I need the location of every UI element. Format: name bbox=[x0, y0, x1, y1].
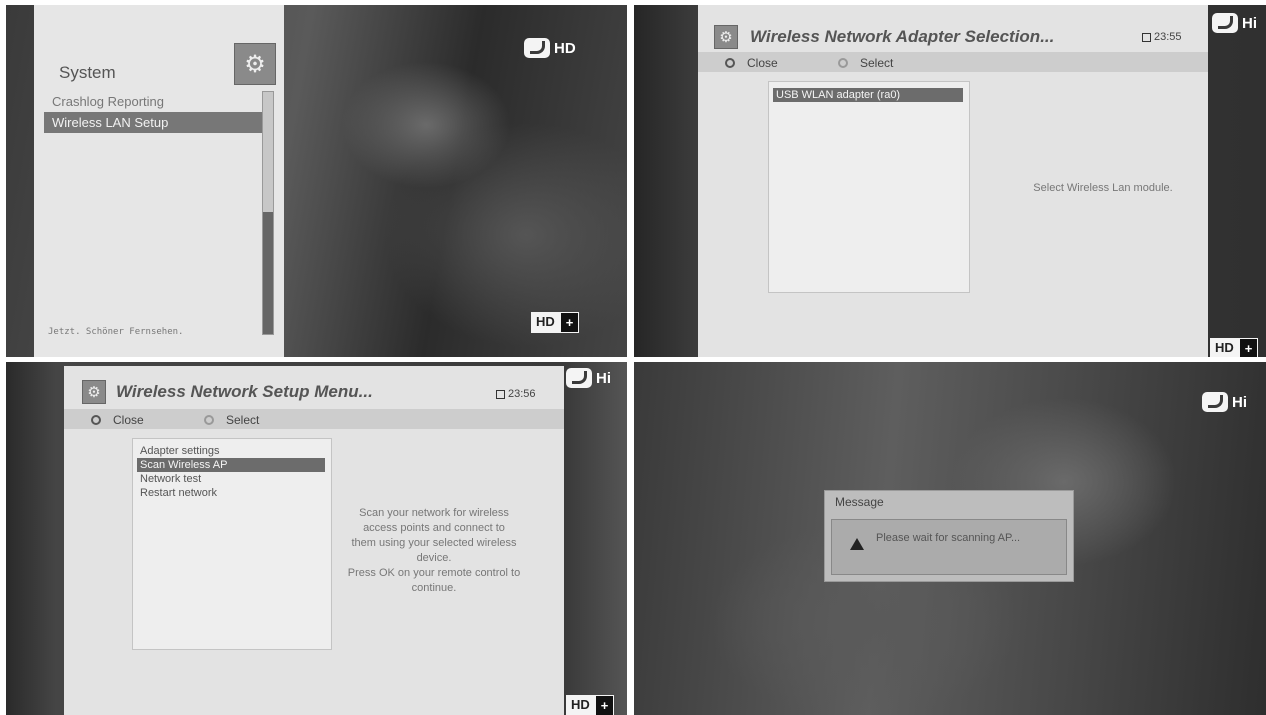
settings-gears-icon: ⚙ bbox=[234, 43, 276, 85]
settings-icon: ⚙ bbox=[82, 380, 106, 404]
clock: 23:56 bbox=[496, 388, 536, 400]
clock-time: 23:55 bbox=[1154, 31, 1182, 43]
close-label: Close bbox=[113, 413, 144, 427]
select-button[interactable]: Select bbox=[204, 413, 259, 427]
list-item-adapter-settings[interactable]: Adapter settings bbox=[137, 444, 325, 458]
scrollbar-thumb[interactable] bbox=[263, 212, 273, 334]
green-key-icon bbox=[204, 415, 214, 425]
description-line: continue. bbox=[411, 582, 457, 594]
message-text: Please wait for scanning AP... bbox=[876, 532, 1021, 544]
setup-dialog: ⚙ Wireless Network Setup Menu... 23:56 C… bbox=[64, 366, 564, 715]
dialog-title: Wireless Network Setup Menu... bbox=[116, 382, 373, 401]
channel-swoosh-icon bbox=[1212, 13, 1238, 33]
description-line: access points and connect to bbox=[363, 522, 505, 534]
clock-icon bbox=[496, 389, 505, 399]
description-text: Select Wireless Lan module. bbox=[1033, 182, 1173, 194]
hd-label: HD bbox=[531, 312, 560, 333]
description-line: Scan your network for wireless bbox=[359, 507, 509, 519]
list-item-scan-wireless-ap[interactable]: Scan Wireless AP bbox=[137, 458, 325, 472]
channel-logo: Hi bbox=[566, 368, 611, 388]
setup-menu-list: Adapter settings Scan Wireless AP Networ… bbox=[132, 438, 332, 650]
close-label: Close bbox=[747, 56, 778, 70]
button-bar: Close Select bbox=[698, 52, 1208, 72]
message-dialog: Message Please wait for scanning AP... bbox=[824, 490, 1074, 582]
close-button[interactable]: Close bbox=[91, 413, 144, 427]
menu-item-crashlog[interactable]: Crashlog Reporting bbox=[44, 91, 262, 112]
channel-swoosh-icon bbox=[566, 368, 592, 388]
clock-time: 23:56 bbox=[508, 388, 536, 400]
message-body: Please wait for scanning AP... bbox=[831, 519, 1067, 575]
page-title: System bbox=[59, 63, 116, 82]
plus-label: + bbox=[559, 312, 580, 333]
select-label: Select bbox=[860, 56, 894, 70]
dialog-title: Wireless Network Adapter Selection... bbox=[750, 27, 1055, 46]
channel-logo: HD bbox=[524, 38, 576, 58]
settings-icon: ⚙ bbox=[714, 25, 738, 49]
clock-icon bbox=[1142, 32, 1151, 42]
description-text: Scan your network for wireless access po… bbox=[334, 506, 534, 596]
clock: 23:55 bbox=[1142, 31, 1182, 43]
menu-item-wireless-lan-setup[interactable]: Wireless LAN Setup bbox=[44, 112, 262, 133]
list-item-restart-network[interactable]: Restart network bbox=[137, 486, 325, 500]
red-key-icon bbox=[91, 415, 101, 425]
hd-plus-badge: HD + bbox=[566, 695, 615, 715]
plus-label: + bbox=[594, 695, 615, 715]
description-line: them using your selected wireless bbox=[351, 537, 517, 549]
channel-logo-text: Hi bbox=[1242, 14, 1257, 32]
hd-plus-badge: HD + bbox=[531, 312, 580, 333]
hd-label: HD bbox=[1210, 338, 1239, 357]
footer-slogan: Jetzt. Schöner Fernsehen. bbox=[48, 327, 184, 337]
panel-system-menu: HD HD + System ⚙ Crashlog Reporting Wire… bbox=[6, 5, 627, 357]
channel-logo-text: Hi bbox=[596, 369, 611, 387]
warning-icon bbox=[850, 538, 864, 550]
panel-scanning-message: Hi Message Please wait for scanning AP..… bbox=[634, 362, 1266, 715]
panel-setup-menu: Hi ⚙ Wireless Network Setup Menu... 23:5… bbox=[6, 362, 627, 715]
close-button[interactable]: Close bbox=[725, 56, 778, 70]
system-menu: System ⚙ Crashlog Reporting Wireless LAN… bbox=[34, 5, 284, 357]
channel-swoosh-icon bbox=[524, 38, 550, 58]
button-bar: Close Select bbox=[64, 409, 564, 429]
description-line: device. bbox=[416, 552, 452, 564]
channel-logo: Hi bbox=[1212, 13, 1257, 33]
adapter-list: USB WLAN adapter (ra0) bbox=[768, 81, 970, 293]
green-key-icon bbox=[838, 58, 848, 68]
panel-adapter-selection: Hi ⚙ Wireless Network Adapter Selection.… bbox=[634, 5, 1266, 357]
adapter-dialog: ⚙ Wireless Network Adapter Selection... … bbox=[698, 5, 1208, 357]
hd-plus-badge: HD + bbox=[1210, 338, 1259, 357]
select-label: Select bbox=[226, 413, 260, 427]
scrollbar[interactable] bbox=[262, 91, 274, 335]
list-item-network-test[interactable]: Network test bbox=[137, 472, 325, 486]
message-title: Message bbox=[835, 495, 884, 509]
channel-logo-text: HD bbox=[554, 39, 576, 57]
description-line: Press OK on your remote control to bbox=[347, 567, 521, 579]
channel-logo-text: Hi bbox=[1232, 393, 1247, 411]
red-key-icon bbox=[725, 58, 735, 68]
channel-swoosh-icon bbox=[1202, 392, 1228, 412]
channel-logo: Hi bbox=[1202, 392, 1247, 412]
plus-label: + bbox=[1238, 338, 1259, 357]
hd-label: HD bbox=[566, 695, 595, 715]
select-button[interactable]: Select bbox=[838, 56, 893, 70]
list-item-usb-wlan-adapter[interactable]: USB WLAN adapter (ra0) bbox=[773, 88, 963, 102]
